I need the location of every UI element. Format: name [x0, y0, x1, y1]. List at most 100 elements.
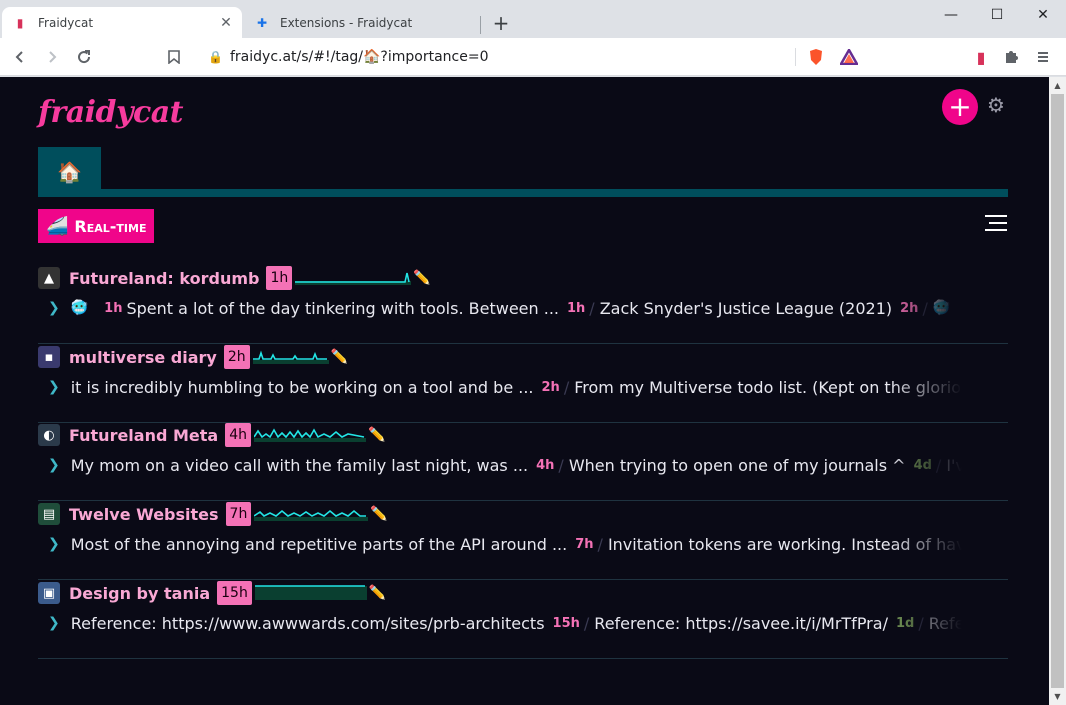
- edit-pencil-icon[interactable]: ✏️: [370, 506, 387, 522]
- post-link[interactable]: My mom on a video call with the family l…: [71, 456, 528, 475]
- post-separator: /: [918, 613, 924, 633]
- activity-sparkline: [295, 272, 412, 285]
- tab-underline: [38, 189, 1008, 197]
- back-arrow-icon: [15, 51, 23, 63]
- post-separator: /: [935, 455, 942, 475]
- edit-pencil-icon[interactable]: ✏️: [331, 349, 348, 365]
- new-tab-button[interactable]: +: [490, 11, 512, 35]
- menu-kebab-icon[interactable]: [1032, 46, 1054, 68]
- post-link[interactable]: From my Multiverse todo list. (Kept on t…: [574, 378, 962, 397]
- feed-item: ▤ Twelve Websites 7h ✏️ ❯ Most of the annoyin…: [38, 501, 1008, 580]
- extensions-puzzle-icon[interactable]: [1000, 46, 1022, 68]
- bookmark-icon: [168, 50, 180, 64]
- add-follow-button[interactable]: +: [942, 89, 978, 125]
- gear-icon[interactable]: ⚙: [985, 93, 1007, 117]
- feed-item: ▲ Futureland: kordumb 1h ✏️ ❯ 🥶 1h Spent a lot …: [38, 265, 1008, 344]
- activity-sparkline: [254, 509, 369, 521]
- maximize-button[interactable]: ☐: [974, 0, 1020, 30]
- feed-item: ▣ Design by tania 15h ✏️ ❯ Reference: https:/…: [38, 580, 1008, 659]
- post-age: 7h: [575, 536, 594, 552]
- tab-title: Extensions - Fraidycat: [280, 15, 413, 30]
- feed-header: ▲ Futureland: kordumb 1h ✏️: [38, 265, 431, 291]
- feed-header: ▪ multiverse diary 2h ✏️: [38, 344, 348, 370]
- activity-sparkline: [254, 585, 367, 600]
- post-age: 1d: [895, 615, 915, 631]
- feed-item: ◐ Futureland Meta 4h ✏️ ❯ My mom on a video c…: [38, 422, 1008, 501]
- feed-posts: ❯ My mom on a video call with the family …: [48, 453, 962, 477]
- activity-sparkline: [254, 428, 366, 442]
- feed-age-badge: 2h: [223, 345, 250, 369]
- feed-avatar-icon: ▲: [38, 267, 60, 289]
- feed-age-badge: 15h: [217, 581, 252, 605]
- close-window-button[interactable]: ✕: [1020, 0, 1066, 30]
- tab-title: Fraidycat: [38, 15, 94, 30]
- bookmark-button[interactable]: [163, 46, 185, 68]
- activity-sparkline: [252, 350, 329, 364]
- feed-posts: ❯ Reference: https://www.awwwards.com/sit…: [48, 611, 962, 635]
- scroll-up-icon[interactable]: ▲: [1049, 77, 1066, 94]
- hamburger-menu-icon[interactable]: [985, 214, 1007, 232]
- reload-button[interactable]: [73, 46, 95, 68]
- close-icon[interactable]: ✕: [218, 15, 234, 31]
- post-link[interactable]: Invitation tokens are working. Instead o…: [608, 535, 962, 554]
- fraidycat-logo[interactable]: fraidycat: [38, 95, 184, 130]
- post-age: 4d: [913, 457, 932, 473]
- post-link[interactable]: Reference:: [929, 614, 962, 633]
- feed-title-link[interactable]: multiverse diary: [69, 348, 217, 367]
- post-link[interactable]: Most of the annoying and repetitive part…: [71, 535, 568, 554]
- post-link[interactable]: Spent a lot of the day tinkering with to…: [126, 299, 559, 318]
- browser-tab-fraidycat[interactable]: ▮ Fraidycat ✕: [2, 7, 242, 38]
- post-link[interactable]: it is incredibly humbling to be working …: [71, 378, 534, 397]
- post-link[interactable]: When trying to open one of my journals ^: [569, 456, 906, 475]
- back-button[interactable]: [9, 46, 31, 68]
- post-age: 2h: [900, 300, 919, 316]
- feed-header: ◐ Futureland Meta 4h ✏️: [38, 422, 385, 448]
- feed-header: ▤ Twelve Websites 7h ✏️: [38, 501, 388, 527]
- feed-avatar-icon: ◐: [38, 424, 60, 446]
- feed-title-link[interactable]: Futureland: kordumb: [69, 269, 259, 288]
- post-age: 15h: [552, 615, 580, 631]
- expand-chevron-icon[interactable]: ❯: [48, 379, 60, 395]
- edit-pencil-icon[interactable]: ✏️: [368, 427, 385, 443]
- feed-posts: ❯ it is incredibly humbling to be working…: [48, 375, 962, 399]
- tag-tabs: 🏠: [38, 147, 1008, 197]
- fraidycat-icon: ▮: [16, 15, 24, 30]
- edit-pencil-icon[interactable]: ✏️: [369, 585, 386, 601]
- post-age: 4h: [536, 457, 555, 473]
- post-link[interactable]: I've been tr: [946, 456, 962, 475]
- train-icon: 🚄: [46, 215, 69, 237]
- feed-title-link[interactable]: Design by tania: [69, 584, 210, 603]
- house-icon: 🏠: [57, 160, 82, 184]
- tab-separator: [480, 16, 481, 34]
- expand-chevron-icon[interactable]: ❯: [48, 300, 60, 316]
- post-separator: /: [922, 298, 928, 318]
- realtime-section-header[interactable]: 🚄 Real-time: [38, 209, 155, 243]
- post-link[interactable]: Reference: https://savee.it/i/MrTfPra/: [594, 614, 888, 633]
- expand-chevron-icon[interactable]: ❯: [48, 457, 60, 473]
- fraidycat-extension-icon[interactable]: ▮: [970, 46, 992, 68]
- post-emoji-icon: 🥶: [70, 300, 89, 316]
- scroll-down-icon[interactable]: ▼: [1049, 688, 1066, 705]
- post-link[interactable]: Reference: https://www.awwwards.com/site…: [71, 614, 545, 633]
- expand-chevron-icon[interactable]: ❯: [48, 536, 60, 552]
- feed-title-link[interactable]: Futureland Meta: [69, 426, 218, 445]
- post-emoji-icon: 🥶: [932, 300, 951, 316]
- scrollbar[interactable]: ▲ ▼: [1049, 77, 1066, 705]
- post-separator: /: [589, 298, 595, 318]
- edit-pencil-icon[interactable]: ✏️: [413, 270, 430, 286]
- post-link[interactable]: Zack Snyder's Justice League (2021): [600, 299, 892, 318]
- scrollbar-thumb[interactable]: [1051, 94, 1064, 688]
- feed-posts: ❯ Most of the annoying and repetitive par…: [48, 532, 962, 556]
- browser-tab-extensions[interactable]: ✚ Extensions - Fraidycat: [244, 7, 480, 38]
- post-age: 2h: [541, 379, 560, 395]
- forward-button[interactable]: [41, 46, 63, 68]
- feed-age-badge: 7h: [225, 502, 252, 526]
- section-label: Real-time: [74, 216, 147, 236]
- brave-rewards-icon[interactable]: [838, 46, 860, 68]
- minimize-button[interactable]: —: [928, 0, 974, 30]
- feed-title-link[interactable]: Twelve Websites: [69, 505, 219, 524]
- address-bar[interactable]: 🔒 fraidyc.at/s/#!/tag/🏠?importance=0: [196, 43, 868, 71]
- brave-shield-icon[interactable]: [805, 46, 827, 68]
- feed-age-badge: 4h: [225, 423, 251, 447]
- expand-chevron-icon[interactable]: ❯: [48, 615, 60, 631]
